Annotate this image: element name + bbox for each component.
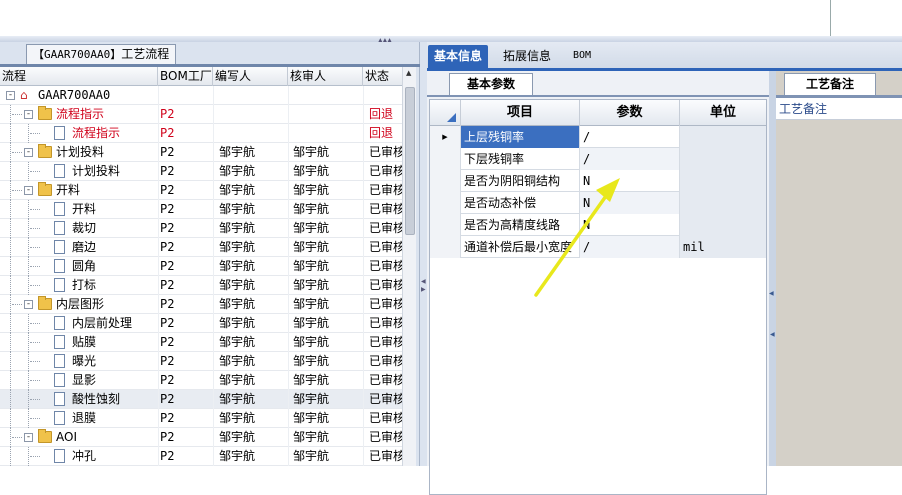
annotation-arrow-icon bbox=[534, 178, 620, 297]
